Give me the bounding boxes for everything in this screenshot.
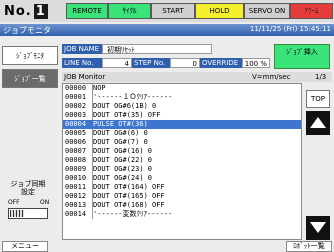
robot-list-button[interactable]: ﾛﾎﾞｯﾄ一覧 — [286, 241, 332, 252]
line-number: 00003 — [63, 111, 93, 120]
line-number: 00012 — [63, 192, 93, 201]
arrow-down-icon — [310, 222, 326, 233]
robot-number-label: No. — [4, 4, 32, 19]
line-command: DOUT OG#(22) 0 — [93, 156, 153, 164]
job-line-row[interactable]: 00001 '------１Ｏｸﾘｱ------ — [63, 93, 301, 102]
line-number: 00013 — [63, 201, 93, 210]
line-command: DOUT OT#(168) OFF — [93, 201, 165, 209]
step-number-label: STEP No. — [132, 58, 170, 68]
line-number-label: LINE No. — [62, 58, 102, 68]
toggle-knob[interactable] — [10, 210, 24, 217]
cycle-mode-indicator: ｻｲｸﾙ — [108, 3, 151, 19]
line-number: 00008 — [63, 156, 93, 165]
job-monitor-button[interactable]: ｼﾞｮﾌﾞﾓﾆﾀ — [2, 46, 58, 65]
line-command: DOUT OG#(16) 0 — [93, 147, 153, 155]
line-command: DOUT OT#(35) OFF — [93, 111, 161, 119]
line-number: 00009 — [63, 165, 93, 174]
line-number: 00011 — [63, 183, 93, 192]
robot-number: No. 1 — [4, 4, 48, 19]
page-title: ジョブモニタ — [3, 26, 51, 35]
datetime: 11/11/25 (Fri) 15:45:11 — [249, 25, 331, 33]
line-command: DOUT OT#(165) OFF — [93, 192, 165, 200]
line-number: 00005 — [63, 129, 93, 138]
speed-unit: V=mm/sec — [252, 73, 291, 81]
job-line-row[interactable]: 00009 DOUT OG#(23) 0 — [63, 165, 301, 174]
job-line-row[interactable]: 00011 DOUT OT#(164) OFF — [63, 183, 301, 192]
job-line-row[interactable]: 00002 DOUT OG#6(1B) 0 — [63, 102, 301, 111]
job-line-row[interactable]: 00014 '------変数ｸﾘｱ------ — [63, 210, 301, 219]
start-indicator: START — [151, 3, 195, 19]
job-line-row[interactable]: 00000 NOP — [63, 84, 301, 93]
line-number: 00014 — [63, 210, 93, 219]
servo-on-indicator: SERVO ON — [244, 3, 290, 19]
job-line-row[interactable]: 00004 PULSE OT#(36) — [63, 120, 301, 129]
job-line-row[interactable]: 00012 DOUT OT#(165) OFF — [63, 192, 301, 201]
arrow-up-icon — [310, 117, 326, 128]
monitor-header: JOB Monitor V=mm/sec 1/3 — [62, 72, 332, 82]
line-number: 00001 — [63, 93, 93, 102]
line-command: '------変数ｸﾘｱ------ — [93, 210, 173, 218]
job-line-row[interactable]: 00008 DOUT OG#(22) 0 — [63, 156, 301, 165]
line-number: 00006 — [63, 138, 93, 147]
scroll-top-button[interactable]: TOP — [306, 90, 330, 108]
job-insert-button[interactable]: ｼﾞｮﾌﾞ挿入 — [274, 44, 330, 69]
remote-indicator: REMOTE — [66, 3, 108, 19]
line-command: DOUT OG#(24) 0 — [93, 174, 153, 182]
job-list-button[interactable]: ｼﾞｮﾌﾞ一覧 — [2, 69, 58, 88]
sync-on-label: ON — [40, 199, 50, 206]
line-command: DOUT OG#6(1B) 0 — [93, 102, 157, 110]
step-number-value: 0 — [170, 58, 200, 68]
job-line-row[interactable]: 00003 DOUT OT#(35) OFF — [63, 111, 301, 120]
job-line-row[interactable]: 00007 DOUT OG#(16) 0 — [63, 147, 301, 156]
line-command: DOUT OG#(6) 0 — [93, 129, 148, 137]
alarm-indicator: ｱﾗｰﾑ — [290, 3, 333, 19]
override-value: 100 % — [242, 58, 270, 68]
title-bar: ジョブモニタ 11/11/25 (Fri) 15:45:11 — [0, 24, 334, 36]
page-indicator: 1/3 — [315, 73, 327, 81]
line-number: 00002 — [63, 102, 93, 111]
job-name-value: 初期ﾘｾｯﾄ — [102, 44, 212, 54]
hold-indicator: HOLD — [195, 3, 244, 19]
line-command: '------１Ｏｸﾘｱ------ — [93, 93, 173, 101]
line-command: NOP — [93, 84, 106, 92]
job-sync-label: ジョブ同期設定 — [10, 180, 46, 196]
override-label: OVERRIDE — [200, 58, 242, 68]
job-line-row[interactable]: 00010 DOUT OG#(24) 0 — [63, 174, 301, 183]
line-command: PULSE OT#(36) — [93, 120, 148, 128]
line-command: DOUT OT#(164) OFF — [93, 183, 165, 191]
job-listing[interactable]: 00000 NOP 00001 '------１Ｏｸﾘｱ------ 00002 DOUT… — [62, 83, 302, 240]
line-command: DOUT OG#(23) 0 — [93, 165, 153, 173]
line-number: 00007 — [63, 147, 93, 156]
scroll-up-button[interactable] — [306, 111, 330, 135]
menu-button[interactable]: メニュー — [2, 241, 48, 252]
monitor-title: JOB Monitor — [64, 73, 106, 81]
line-number: 00010 — [63, 174, 93, 183]
line-command: DOUT OG#(7) 0 — [93, 138, 148, 146]
job-sync-toggle[interactable] — [8, 208, 48, 219]
line-number: 00004 — [65, 120, 87, 128]
line-number: 00000 — [63, 84, 93, 93]
robot-number-digit: 1 — [33, 4, 48, 19]
sync-off-label: OFF — [8, 199, 20, 206]
job-name-label: JOB NAME — [62, 44, 102, 54]
scroll-down-button[interactable] — [306, 216, 330, 240]
job-line-row[interactable]: 00006 DOUT OG#(7) 0 — [63, 138, 301, 147]
job-line-row[interactable]: 00013 DOUT OT#(168) OFF — [63, 201, 301, 210]
job-line-row[interactable]: 00005 DOUT OG#(6) 0 — [63, 129, 301, 138]
line-number-value: 4 — [102, 58, 132, 68]
